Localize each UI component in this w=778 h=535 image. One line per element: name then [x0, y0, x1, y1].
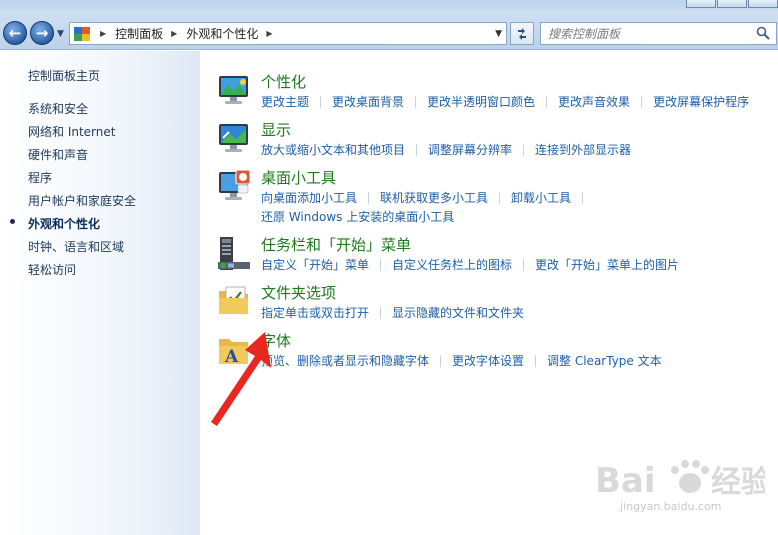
task-links-folder-options: 指定单击或双击打开 显示隐藏的文件和文件夹: [261, 304, 524, 321]
sidebar-item-hardware-sound[interactable]: 硬件和声音: [28, 146, 88, 163]
navigation-pane: 控制面板主页 系统和安全 网络和 Internet 硬件和声音 程序 用户帐户和…: [0, 51, 200, 535]
task-link[interactable]: 更改桌面背景: [332, 93, 404, 110]
task-link[interactable]: 调整屏幕分辨率: [428, 141, 512, 158]
title-bar: [0, 0, 778, 10]
category-title-gadgets[interactable]: 桌面小工具: [261, 167, 336, 188]
task-link[interactable]: 连接到外部显示器: [535, 141, 631, 158]
breadcrumb-appearance[interactable]: 外观和个性化: [186, 25, 258, 42]
svg-text:经验: 经验: [711, 465, 765, 500]
separator: [499, 191, 501, 204]
category-title-folder-options[interactable]: 文件夹选项: [261, 282, 336, 303]
sidebar-item-system-security[interactable]: 系统和安全: [28, 100, 88, 117]
task-links-gadgets: 向桌面添加小工具 联机获取更多小工具 卸载小工具: [261, 189, 594, 206]
recent-pages-dropdown[interactable]: ▼: [57, 29, 64, 39]
minimize-button[interactable]: [686, 0, 716, 8]
task-links-gadgets-row2: 还原 Windows 上安装的桌面小工具: [261, 208, 454, 225]
arrow-right-icon: →: [35, 23, 49, 42]
control-panel-icon: [74, 26, 92, 41]
chevron-down-icon[interactable]: ▼: [495, 29, 502, 39]
navigation-bar: ← → ▼ ▶ 控制面板 ▶ 外观和个性化 ▶ ▼: [0, 10, 778, 50]
task-link[interactable]: 自定义「开始」菜单: [261, 256, 369, 273]
category-title-taskbar[interactable]: 任务栏和「开始」菜单: [261, 234, 411, 255]
separator: [416, 143, 418, 156]
personalization-icon[interactable]: [216, 72, 252, 108]
task-link[interactable]: 指定单击或双击打开: [261, 304, 369, 321]
svg-text:Bai: Bai: [595, 461, 656, 501]
separator: [535, 354, 537, 367]
close-button[interactable]: [748, 0, 778, 8]
task-links-fonts: 预览、删除或者显示和隐藏字体 更改字体设置 调整 ClearType 文本: [261, 352, 662, 369]
task-link[interactable]: 卸载小工具: [511, 189, 571, 206]
task-link[interactable]: 联机获取更多小工具: [380, 189, 488, 206]
arrow-left-icon: ←: [8, 23, 22, 42]
refresh-icon: [518, 27, 526, 40]
task-links-personalization: 更改主题 更改桌面背景 更改半透明窗口颜色 更改声音效果 更改屏幕保护程序: [261, 93, 749, 110]
task-link[interactable]: 放大或缩小文本和其他项目: [261, 141, 405, 158]
category-title-display[interactable]: 显示: [261, 119, 291, 140]
control-panel-home-link[interactable]: 控制面板主页: [28, 67, 100, 84]
task-link[interactable]: 显示隐藏的文件和文件夹: [392, 304, 524, 321]
search-input[interactable]: [548, 23, 748, 44]
annotation-arrow: [211, 332, 271, 426]
sidebar-item-user-accounts[interactable]: 用户帐户和家庭安全: [28, 192, 136, 209]
chevron-right-icon[interactable]: ▶: [100, 29, 106, 38]
separator: [546, 95, 548, 108]
chevron-right-icon[interactable]: ▶: [266, 29, 272, 38]
task-link[interactable]: 预览、删除或者显示和隐藏字体: [261, 352, 429, 369]
maximize-button[interactable]: [717, 0, 747, 8]
separator: [582, 191, 584, 204]
sidebar-item-clock-region[interactable]: 时钟、语言和区域: [28, 238, 124, 255]
sidebar-item-appearance[interactable]: 外观和个性化: [28, 215, 100, 232]
separator: [415, 95, 417, 108]
task-links-taskbar: 自定义「开始」菜单 自定义任务栏上的图标 更改「开始」菜单上的图片: [261, 256, 679, 273]
window-buttons: [685, 0, 778, 8]
sidebar-item-ease-of-access[interactable]: 轻松访问: [28, 261, 76, 278]
task-link[interactable]: 更改声音效果: [558, 93, 630, 110]
watermark-url: jingyan.baidu.com: [620, 500, 722, 513]
separator: [320, 95, 322, 108]
task-link[interactable]: 更改半透明窗口颜色: [427, 93, 535, 110]
search-icon[interactable]: [756, 26, 770, 40]
refresh-button[interactable]: [510, 22, 534, 45]
address-bar[interactable]: ▶ 控制面板 ▶ 外观和个性化 ▶ ▼: [69, 22, 507, 45]
task-link[interactable]: 调整 ClearType 文本: [547, 352, 662, 369]
separator: [440, 354, 442, 367]
task-link[interactable]: 向桌面添加小工具: [261, 189, 357, 206]
folder-options-icon[interactable]: [216, 283, 252, 319]
back-button[interactable]: ←: [3, 21, 27, 45]
task-link[interactable]: 更改主题: [261, 93, 309, 110]
gadgets-icon[interactable]: [216, 168, 252, 204]
task-link[interactable]: 还原 Windows 上安装的桌面小工具: [261, 208, 454, 225]
separator: [380, 258, 382, 271]
current-item-bullet: [10, 219, 15, 224]
separator: [641, 95, 643, 108]
task-link[interactable]: 更改「开始」菜单上的图片: [535, 256, 679, 273]
task-link[interactable]: 自定义任务栏上的图标: [392, 256, 512, 273]
separator: [380, 306, 382, 319]
category-title-personalization[interactable]: 个性化: [261, 71, 306, 92]
separator: [368, 191, 370, 204]
taskbar-icon[interactable]: [216, 236, 252, 272]
sidebar-item-programs[interactable]: 程序: [28, 169, 52, 186]
chevron-right-icon[interactable]: ▶: [171, 29, 177, 38]
separator: [523, 143, 525, 156]
display-icon[interactable]: [216, 120, 252, 156]
sidebar-item-network[interactable]: 网络和 Internet: [28, 123, 115, 140]
search-box[interactable]: [540, 22, 777, 45]
task-link[interactable]: 更改字体设置: [452, 352, 524, 369]
task-link[interactable]: 更改屏幕保护程序: [653, 93, 749, 110]
separator: [523, 258, 525, 271]
forward-button[interactable]: →: [30, 21, 54, 45]
breadcrumb-control-panel[interactable]: 控制面板: [115, 25, 163, 42]
task-links-display: 放大或缩小文本和其他项目 调整屏幕分辨率 连接到外部显示器: [261, 141, 631, 158]
